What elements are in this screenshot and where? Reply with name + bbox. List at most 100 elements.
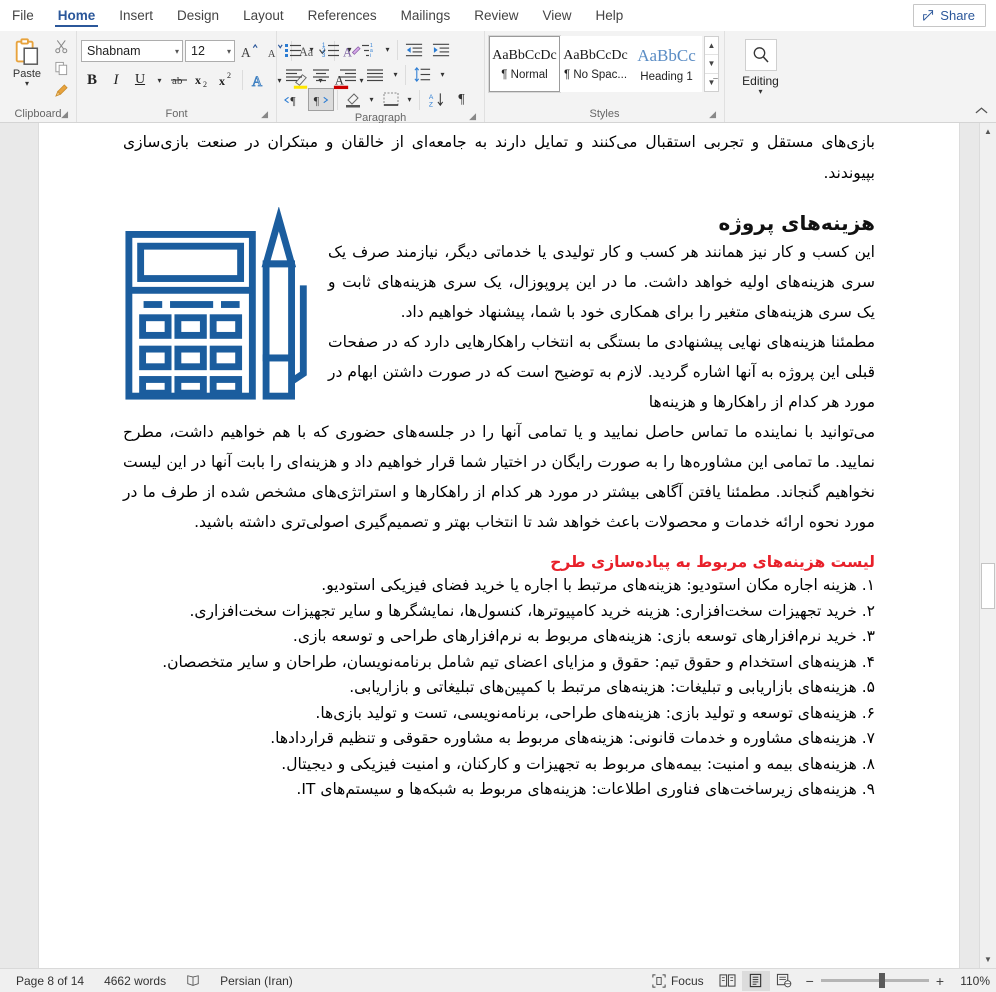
shading-button[interactable]	[341, 88, 364, 111]
paste-button[interactable]: Paste ▾	[4, 34, 50, 89]
subscript-button[interactable]: x 2	[192, 68, 214, 92]
decrease-indent-button[interactable]	[401, 38, 427, 61]
copy-button[interactable]	[50, 58, 72, 79]
vertical-scrollbar[interactable]: ▲ ▼	[979, 123, 996, 968]
language-status[interactable]: Persian (Iran)	[210, 974, 303, 988]
styles-more-icon[interactable]: ▼̅	[705, 72, 718, 91]
paragraph-dialog-launcher-icon[interactable]: ◢	[469, 111, 476, 122]
svg-text:A: A	[428, 94, 433, 101]
zoom-out-button[interactable]: −	[806, 973, 814, 989]
justify-dropdown[interactable]: ▾	[389, 63, 402, 87]
left-to-right-button[interactable]: ¶	[281, 88, 307, 111]
list-item: ۲. خرید تجهیزات سخت‌افزاری: هزینه خرید ک…	[189, 601, 875, 620]
tab-design[interactable]: Design	[165, 0, 231, 30]
print-layout-button[interactable]	[741, 970, 770, 991]
styles-scroll-down-icon[interactable]: ▼	[705, 54, 718, 72]
multilevel-list-dropdown[interactable]: ▾	[381, 38, 394, 62]
styles-scroll-up-icon[interactable]: ▲	[705, 37, 718, 54]
styles-gallery-scrollbar[interactable]: ▲ ▼ ▼̅	[704, 36, 719, 92]
bullet-list-dropdown[interactable]: ▾	[305, 38, 318, 62]
collapse-ribbon-button[interactable]	[975, 106, 988, 118]
zoom-level-label[interactable]: 110%	[952, 974, 990, 988]
share-button[interactable]: Share	[913, 3, 986, 27]
print-layout-icon	[749, 973, 762, 988]
text-effects-button[interactable]: A	[247, 68, 271, 92]
italic-button[interactable]: I	[105, 68, 127, 92]
numbered-list-button[interactable]: 1 2 3	[319, 38, 342, 61]
font-dialog-launcher-icon[interactable]: ◢	[261, 109, 268, 120]
bold-label: B	[86, 71, 97, 88]
style-normal-preview: AaBbCcDc	[492, 47, 557, 63]
web-layout-icon	[776, 973, 791, 988]
scrollbar-thumb[interactable]	[981, 563, 995, 609]
cut-button[interactable]	[50, 36, 72, 57]
word-count-status[interactable]: 4662 words	[94, 974, 176, 988]
numbered-list-dropdown[interactable]: ▾	[343, 38, 356, 62]
align-center-button[interactable]	[308, 63, 334, 86]
scroll-up-button[interactable]: ▲	[980, 123, 996, 140]
tab-home-label: Home	[57, 7, 96, 23]
borders-dropdown[interactable]: ▾	[403, 88, 416, 112]
font-separator-3	[242, 70, 243, 90]
show-formatting-marks-button[interactable]: ¶	[450, 88, 473, 111]
search-icon	[753, 47, 769, 63]
zoom-in-button[interactable]: +	[936, 973, 944, 989]
svg-text:Z: Z	[428, 102, 432, 108]
page-number-status[interactable]: Page 8 of 14	[6, 974, 94, 988]
focus-mode-button[interactable]: Focus	[642, 974, 714, 988]
bold-button[interactable]: B	[81, 68, 103, 92]
format-painter-button[interactable]	[50, 80, 72, 101]
bullet-list-button[interactable]	[281, 38, 304, 61]
document-content[interactable]: بازی‌های مستقل و تجربی استقبال می‌کنند و…	[39, 123, 959, 803]
zoom-slider[interactable]	[820, 973, 929, 988]
tab-insert[interactable]: Insert	[107, 0, 165, 30]
tab-references[interactable]: References	[296, 0, 389, 30]
word-count-label: 4662 words	[104, 973, 167, 988]
web-layout-button[interactable]	[770, 971, 798, 991]
font-size-combobox[interactable]: 12 ▾	[185, 40, 235, 62]
right-to-left-button[interactable]: ¶	[308, 88, 334, 111]
zoom-slider-thumb[interactable]	[878, 973, 885, 988]
styles-dialog-launcher-icon[interactable]: ◢	[709, 109, 716, 120]
sort-button[interactable]: A Z	[423, 88, 449, 111]
document-page[interactable]: بازی‌های مستقل و تجربی استقبال می‌کنند و…	[38, 123, 960, 968]
tab-help[interactable]: Help	[584, 0, 636, 30]
scroll-down-button[interactable]: ▼	[980, 951, 996, 968]
tab-mailings[interactable]: Mailings	[389, 0, 463, 30]
multilevel-list-button[interactable]: 1 a i	[357, 38, 380, 61]
align-right-button[interactable]	[335, 63, 361, 86]
borders-icon	[383, 92, 398, 106]
align-left-button[interactable]	[281, 63, 307, 86]
underline-button[interactable]: U	[129, 68, 151, 92]
tab-home[interactable]: Home	[46, 0, 108, 30]
increase-indent-button[interactable]	[428, 38, 454, 61]
tab-file[interactable]: File	[0, 0, 46, 30]
justify-button[interactable]	[362, 63, 388, 86]
paragraph-separator-1	[397, 39, 398, 60]
line-spacing-dropdown[interactable]: ▾	[436, 63, 449, 87]
style-normal[interactable]: AaBbCcDc ¶ Normal	[488, 35, 561, 93]
style-no-spacing[interactable]: AaBbCcDc ¶ No Spac...	[560, 36, 631, 92]
zoom-control[interactable]: − +	[798, 973, 952, 989]
grow-font-button[interactable]: A	[237, 39, 261, 63]
tab-layout[interactable]: Layout	[231, 0, 296, 30]
line-spacing-button[interactable]	[409, 63, 435, 86]
font-name-combobox[interactable]: Shabnam ▾	[81, 40, 183, 62]
clipboard-dialog-launcher-icon[interactable]: ◢	[61, 109, 68, 120]
read-mode-button[interactable]	[714, 971, 742, 991]
shading-dropdown[interactable]: ▾	[365, 88, 378, 112]
tab-review[interactable]: Review	[462, 0, 530, 30]
tab-view[interactable]: View	[530, 0, 583, 30]
project-costs-section: هزینه‌های پروژه این کسب و کار نیز همانند…	[123, 207, 875, 537]
superscript-button[interactable]: x 2	[216, 68, 238, 92]
paste-dropdown-caret[interactable]: ▾	[25, 80, 29, 88]
editing-button[interactable]: Editing ▾	[738, 34, 784, 97]
proofing-status[interactable]	[176, 974, 210, 988]
borders-button[interactable]	[379, 88, 402, 111]
underline-dropdown[interactable]: ▾	[153, 68, 166, 92]
editing-dropdown-caret[interactable]: ▾	[758, 88, 762, 96]
style-heading-1[interactable]: AaBbCс Heading 1	[631, 36, 702, 92]
strikethrough-button[interactable]: ab	[168, 68, 190, 92]
italic-label: I	[113, 71, 119, 88]
read-mode-icon	[719, 974, 736, 987]
